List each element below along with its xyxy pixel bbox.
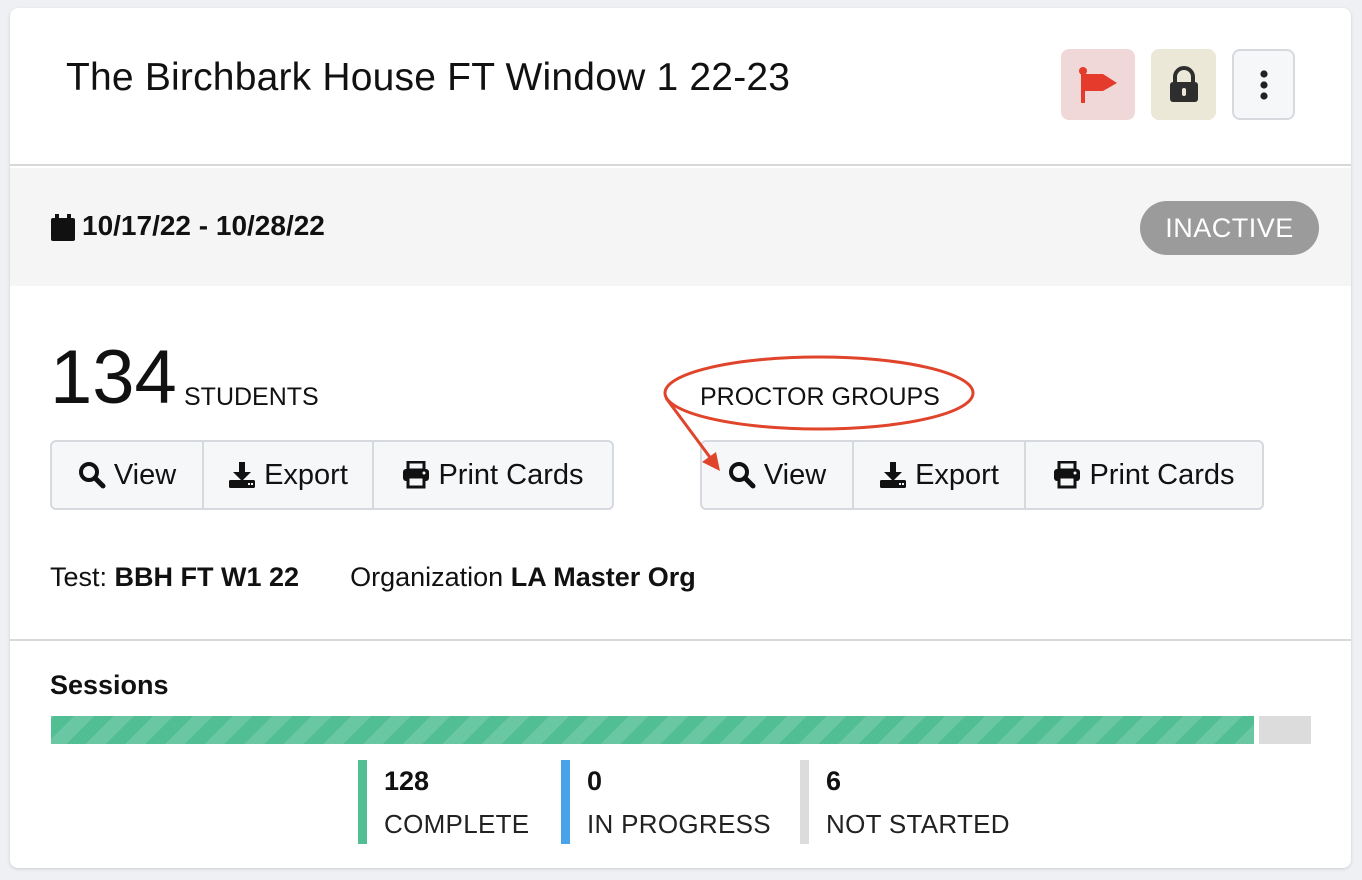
section-divider (10, 639, 1351, 641)
calendar-icon (51, 214, 75, 241)
stat-in-progress-bar (561, 760, 570, 844)
card-header: The Birchbark House FT Window 1 22-23 (10, 8, 1351, 166)
proctor-groups-label: PROCTOR GROUPS (700, 383, 940, 411)
download-icon (229, 462, 256, 488)
download-icon (880, 462, 907, 488)
test-value: BBH FT W1 22 (114, 562, 300, 592)
proctor-groups-view-label: View (763, 458, 827, 491)
status-badge: INACTIVE (1140, 201, 1319, 255)
sessions-progress-separator (1254, 716, 1259, 744)
test-meta: Test: BBH FT W1 22 Organization LA Maste… (50, 562, 696, 593)
lock-icon (1169, 65, 1198, 102)
sessions-progress-bar (51, 716, 1311, 744)
organization-label: Organization (350, 562, 504, 592)
search-icon (78, 462, 106, 489)
sessions-title: Sessions (50, 670, 169, 700)
student-count: 134 (50, 335, 177, 420)
stat-in-progress: 0 IN PROGRESS (561, 760, 771, 844)
students-export-label: Export (264, 458, 348, 491)
students-print-cards-button[interactable]: Print Cards (374, 442, 612, 508)
search-icon (728, 462, 756, 489)
stat-in-progress-label: IN PROGRESS (587, 809, 771, 839)
stat-complete-label: COMPLETE (384, 809, 530, 839)
proctor-groups-button-group: View Export Print Cards (700, 440, 1264, 510)
stat-not-started: 6 NOT STARTED (800, 760, 1010, 844)
printer-icon (403, 461, 430, 489)
more-options-button[interactable] (1232, 49, 1295, 120)
vertical-dots-icon (1259, 69, 1268, 100)
students-button-group: View Export Print Cards (50, 440, 614, 510)
test-label: Test: (50, 562, 108, 592)
lock-button[interactable] (1151, 49, 1216, 120)
proctor-groups-print-cards-button[interactable]: Print Cards (1026, 442, 1262, 508)
page-title: The Birchbark House FT Window 1 22-23 (66, 56, 791, 99)
stat-complete-bar (358, 760, 367, 844)
students-label: STUDENTS (184, 383, 319, 411)
proctor-groups-export-label: Export (915, 458, 999, 491)
students-view-button[interactable]: View (52, 442, 204, 508)
stat-not-started-value: 6 (826, 766, 842, 796)
students-view-label: View (113, 458, 177, 491)
proctor-groups-view-button[interactable]: View (702, 442, 854, 508)
stat-complete-value: 128 (384, 766, 430, 796)
window-date-band: 10/17/22 - 10/28/22 INACTIVE (10, 168, 1351, 286)
students-print-cards-label: Print Cards (438, 458, 584, 491)
stat-not-started-label: NOT STARTED (826, 809, 1010, 839)
printer-icon (1054, 461, 1081, 489)
proctor-groups-export-button[interactable]: Export (854, 442, 1026, 508)
students-export-button[interactable]: Export (204, 442, 374, 508)
stat-complete: 128 COMPLETE (358, 760, 529, 844)
stat-in-progress-value: 0 (587, 766, 603, 796)
sessions-progress-complete (51, 716, 1254, 744)
organization-value: LA Master Org (510, 562, 696, 592)
test-window-card: The Birchbark House FT Window 1 22-23 10… (10, 8, 1351, 868)
date-range: 10/17/22 - 10/28/22 (82, 210, 325, 241)
stat-not-started-bar (800, 760, 809, 844)
proctor-groups-print-cards-label: Print Cards (1089, 458, 1235, 491)
flag-button[interactable] (1061, 49, 1135, 120)
flag-icon (1079, 66, 1117, 103)
